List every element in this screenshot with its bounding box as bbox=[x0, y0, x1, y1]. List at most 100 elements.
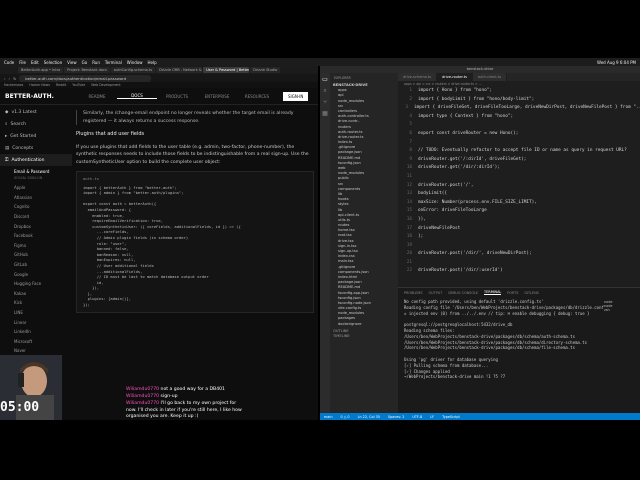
panel-tab[interactable]: OUTPUT bbox=[429, 291, 443, 295]
terminal-session[interactable]: zsh bbox=[604, 308, 638, 312]
timeline-section[interactable]: TIMELINE bbox=[330, 334, 398, 339]
browser-tab-active[interactable]: User & Password | Better bbox=[203, 67, 250, 73]
sign-in-button[interactable]: SIGN-IN bbox=[283, 91, 309, 101]
nav-products[interactable]: PRODUCTS bbox=[157, 94, 197, 99]
language-mode[interactable]: TypeScript bbox=[442, 415, 460, 419]
panel-tab[interactable]: DEBUG CONSOLE bbox=[448, 291, 478, 295]
search-icon[interactable]: ⌕ bbox=[320, 87, 330, 95]
bookmark[interactable]: Reddit bbox=[56, 83, 66, 87]
sidebar-item-get-started[interactable]: ▸ Get Started bbox=[0, 130, 72, 142]
nav-enterprise[interactable]: ENTERPRISE bbox=[197, 94, 237, 99]
sidebar-provider-item[interactable]: GitHub bbox=[0, 250, 72, 260]
browser-tab[interactable]: authConfig.schema.ts bbox=[110, 67, 156, 73]
nav-readme[interactable]: README bbox=[77, 94, 117, 99]
site-logo[interactable]: BETTER-AUTH. bbox=[0, 93, 77, 100]
sidebar-item-concepts[interactable]: ▤ Concepts bbox=[0, 142, 72, 154]
terminal-sessions: node node zsh bbox=[604, 300, 638, 312]
menu-item[interactable]: View bbox=[67, 60, 77, 65]
sidebar-provider-item[interactable]: Atlassian bbox=[0, 193, 72, 203]
indentation[interactable]: Spaces: 2 bbox=[388, 415, 404, 419]
sidebar-provider-item[interactable]: Cognito bbox=[0, 202, 72, 212]
panel-tab[interactable]: PROBLEMS bbox=[404, 291, 423, 295]
sidebar-provider-item[interactable]: Apple bbox=[0, 183, 72, 193]
sidebar-provider-item[interactable]: LinkedIn bbox=[0, 327, 72, 337]
code-line: 22 driveRouter.post('/dir/:userId') bbox=[398, 267, 640, 276]
sidebar-item-search[interactable]: ⌕ Search bbox=[0, 118, 72, 130]
problems-indicator[interactable]: 0 △ 0 bbox=[340, 415, 349, 419]
line-number: 5 bbox=[409, 122, 412, 128]
code-editor: drive-schema.ts drive-router.ts auth-cli… bbox=[398, 73, 640, 287]
sidebar-provider-item[interactable]: Facebook bbox=[0, 231, 72, 241]
terminal-output[interactable]: No config path provided, using default '… bbox=[398, 297, 610, 382]
sidebar-provider-item[interactable]: Microsoft bbox=[0, 337, 72, 347]
doc-content: Similarly, the /change-email endpoint no… bbox=[76, 106, 314, 313]
browser-tab[interactable]: Project: Benstack docs bbox=[64, 67, 110, 73]
browser-tab[interactable]: Drizzle Studio bbox=[250, 67, 281, 73]
sidebar-provider-item[interactable]: LINE bbox=[0, 308, 72, 318]
file-tree-item[interactable]: dockerignore bbox=[330, 322, 398, 327]
code-line: 21 bbox=[398, 259, 640, 268]
menu-item[interactable]: Code bbox=[4, 60, 14, 65]
code-text: driveNewFilePost bbox=[418, 225, 461, 231]
sidebar-provider-item[interactable]: Kakao bbox=[0, 289, 72, 299]
editor-tab[interactable]: auth-client.ts bbox=[472, 73, 508, 81]
extensions-icon[interactable]: ▦ bbox=[320, 110, 330, 117]
sidebar-provider-item[interactable]: Figma bbox=[0, 241, 72, 251]
panel-tab[interactable]: PORTS bbox=[507, 291, 518, 295]
bookmark[interactable]: Web Development bbox=[91, 83, 120, 87]
sidebar-provider-item[interactable]: GitLab bbox=[0, 260, 72, 270]
sidebar-item-authentication[interactable]: ⚿ Authentication bbox=[0, 154, 72, 166]
sidebar-provider-item[interactable]: Linear bbox=[0, 317, 72, 327]
address-input[interactable]: better-auth.com/docs/authentication/emai… bbox=[19, 74, 152, 82]
menu-item[interactable]: Selection bbox=[44, 60, 62, 65]
nav-resources[interactable]: RESOURCES bbox=[237, 94, 277, 99]
code-text: export const driveRouter = new Hono(); bbox=[418, 130, 519, 136]
line-number: 4 bbox=[409, 113, 412, 119]
reload-icon[interactable]: ↻ bbox=[13, 76, 16, 81]
sidebar-subitem-email-password[interactable]: Email & Password bbox=[0, 166, 72, 176]
sidebar-item-version[interactable]: ◆ v1.3 Latest bbox=[0, 106, 72, 118]
terminal-line: /Users/ben/WebProjects/benstack-drive/pa… bbox=[404, 345, 575, 351]
code-text: driveRouter.post('/dir/:userId') bbox=[418, 268, 503, 274]
code-text: import type { Context } from "hono"; bbox=[418, 113, 514, 119]
editor-tab[interactable]: drive-schema.ts bbox=[398, 73, 438, 81]
editor-tab-active[interactable]: drive-router.ts bbox=[437, 73, 473, 81]
sidebar-provider-item[interactable]: Kick bbox=[0, 298, 72, 308]
bookmark[interactable]: Hackernews bbox=[4, 83, 23, 87]
menu-item[interactable]: Edit bbox=[31, 60, 39, 65]
sidebar-provider-item[interactable]: Hugging Face bbox=[0, 279, 72, 289]
menu-item[interactable]: Run bbox=[92, 60, 100, 65]
back-icon[interactable]: ‹ bbox=[4, 76, 6, 81]
browser-tab[interactable]: BetterAuth.app • Intro bbox=[18, 67, 64, 73]
code-text: }), bbox=[418, 216, 426, 222]
branch-indicator[interactable]: main bbox=[324, 415, 332, 419]
menu-item[interactable]: Window bbox=[127, 60, 143, 65]
menu-item[interactable]: Go bbox=[82, 60, 88, 65]
line-number: 3 bbox=[405, 105, 408, 111]
forward-icon[interactable]: › bbox=[9, 76, 11, 81]
sidebar-provider-item[interactable]: Discord bbox=[0, 212, 72, 222]
code-area[interactable]: 1 import { Hono } from "hono"; 2 import { b… bbox=[398, 87, 640, 276]
panel-tab-terminal[interactable]: TERMINAL bbox=[484, 290, 502, 295]
cursor-position[interactable]: Ln 22, Col 35 bbox=[358, 415, 380, 419]
menu-item[interactable]: File bbox=[19, 60, 26, 65]
bookmark[interactable]: Hacker News bbox=[29, 83, 50, 87]
activity-bar: ▭ ⌕ ⑂ ▦ bbox=[320, 73, 330, 413]
menu-item[interactable]: Help bbox=[148, 60, 157, 65]
browser-tab[interactable]: Drizzle ORB - Network & Dat bbox=[156, 67, 203, 73]
line-number: 2 bbox=[409, 96, 412, 102]
bookmark[interactable]: YouTube bbox=[72, 83, 85, 87]
menu-item[interactable]: Terminal bbox=[105, 60, 122, 65]
panel-tab[interactable]: GITLENS bbox=[524, 291, 538, 295]
code-line: 17 driveNewFilePost bbox=[398, 225, 640, 234]
nav-docs[interactable]: DOCS bbox=[117, 93, 157, 99]
source-control-icon[interactable]: ⑂ bbox=[320, 99, 330, 106]
line-ending[interactable]: LF bbox=[430, 415, 434, 419]
vscode-title: benstack-drive bbox=[320, 66, 640, 73]
encoding[interactable]: UTF-8 bbox=[412, 415, 422, 419]
sidebar-provider-item[interactable]: Google bbox=[0, 269, 72, 279]
stream-timer: 05:00 bbox=[0, 400, 40, 415]
line-number: 11 bbox=[406, 173, 412, 179]
files-icon[interactable]: ▭ bbox=[320, 76, 330, 83]
sidebar-provider-item[interactable]: Dropbox bbox=[0, 221, 72, 231]
